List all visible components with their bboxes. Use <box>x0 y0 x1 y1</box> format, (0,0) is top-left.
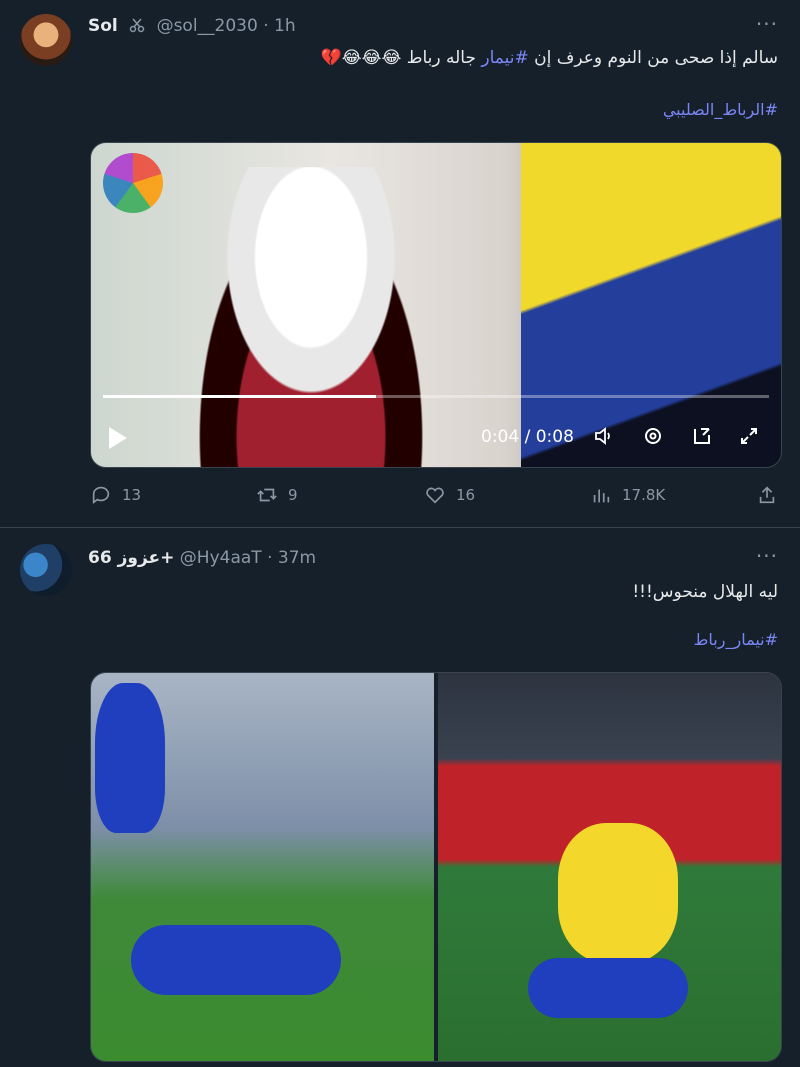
picture-in-picture-icon[interactable] <box>691 425 713 452</box>
tweet-text: ليه الهلال منحوس!!! <box>632 582 778 602</box>
event-logo <box>103 153 163 213</box>
more-options-icon[interactable]: ··· <box>756 12 778 36</box>
tweet-2[interactable]: عزوز 66+ @Hy4aaT · 37m ··· ليه الهلال من… <box>0 528 800 1067</box>
volume-icon[interactable] <box>593 425 615 452</box>
tweet-header: عزوز 66+ @Hy4aaT · 37m <box>88 548 317 568</box>
tweet-time[interactable]: 37m <box>278 548 316 568</box>
analytics-icon <box>593 489 610 503</box>
retweet-count: 9 <box>288 486 298 504</box>
share-icon <box>759 486 775 504</box>
tweet-time[interactable]: 1h <box>274 16 296 36</box>
photo-1[interactable] <box>91 673 434 1061</box>
photo-grid <box>90 672 782 1062</box>
video-frame-person <box>181 167 441 467</box>
reply-count: 13 <box>122 486 142 504</box>
scissors-icon <box>129 17 145 38</box>
view-count: 17.8K <box>622 486 666 504</box>
tweet-text-prefix: سالم إذا صحى من النوم وعرف إن <box>528 48 778 68</box>
like-button[interactable]: 16 <box>424 484 475 506</box>
more-options-icon[interactable]: ··· <box>756 544 778 568</box>
video-time: 0:04 / 0:08 <box>481 427 574 447</box>
tweet-actions: 13 9 16 17.8K <box>90 484 780 514</box>
heart-icon <box>426 487 444 504</box>
tweet-header: Sol @sol__2030 · 1h <box>88 16 296 38</box>
author-handle[interactable]: @Hy4aaT <box>180 548 262 568</box>
author-handle[interactable]: @sol__2030 <box>157 16 258 36</box>
views-button[interactable]: 17.8K <box>590 484 665 506</box>
fullscreen-icon[interactable] <box>738 425 760 452</box>
author-name[interactable]: عزوز 66+ <box>88 548 174 568</box>
player-figure <box>528 958 688 1018</box>
photo-2[interactable] <box>438 673 781 1061</box>
retweet-icon <box>257 488 277 502</box>
settings-icon[interactable] <box>642 425 664 452</box>
player-figure <box>558 823 678 963</box>
reply-button[interactable]: 13 <box>90 484 141 506</box>
player-figure <box>95 683 165 833</box>
tweet-text: سالم إذا صحى من النوم وعرف إن #نيمار جال… <box>321 48 778 68</box>
reply-icon <box>92 486 110 504</box>
play-icon[interactable] <box>109 427 127 449</box>
player-figure <box>131 925 341 995</box>
tweet-1[interactable]: Sol @sol__2030 · 1h ··· سالم إذا صحى من … <box>0 0 800 528</box>
hashtag-link[interactable]: #الرباط_الصليبي <box>663 100 778 119</box>
share-button[interactable] <box>756 484 778 506</box>
like-count: 16 <box>456 486 476 504</box>
author-name[interactable]: Sol <box>88 16 118 36</box>
hashtag-link[interactable]: #نيمار <box>481 48 528 68</box>
avatar[interactable] <box>20 544 72 596</box>
video-scrubber[interactable] <box>103 395 769 398</box>
tweet-text-suffix: جاله رباط 😂😂😂💔 <box>320 48 482 68</box>
hashtag-link[interactable]: #نيمار_رباط <box>694 630 778 649</box>
avatar[interactable] <box>20 14 72 66</box>
video-player[interactable]: 0:04 / 0:08 <box>90 142 782 468</box>
video-frame-player <box>521 143 781 467</box>
retweet-button[interactable]: 9 <box>256 484 298 506</box>
video-progress <box>103 395 377 398</box>
